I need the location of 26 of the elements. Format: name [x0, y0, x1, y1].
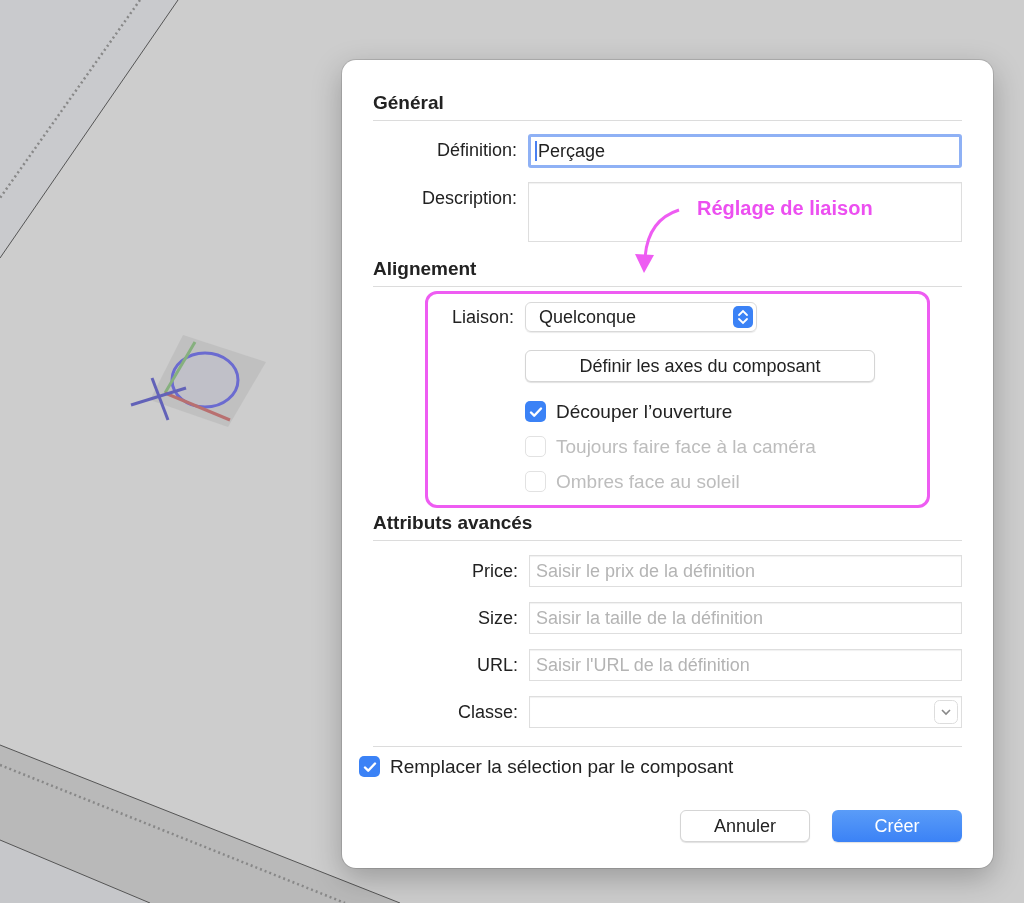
- binding-dropdown[interactable]: Quelconque: [525, 302, 757, 332]
- checkbox[interactable]: [525, 401, 546, 422]
- description-field[interactable]: [528, 182, 962, 242]
- define-axes-button[interactable]: Définir les axes du composant: [525, 350, 875, 382]
- checkmark-icon: [362, 759, 377, 774]
- cancel-button[interactable]: Annuler: [680, 810, 810, 842]
- field-label: Description:: [420, 187, 517, 210]
- chevron-down-icon: [934, 700, 958, 724]
- field-label: Liaison:: [450, 306, 514, 329]
- field-label: Price:: [471, 560, 518, 583]
- section-title: Général: [373, 92, 445, 114]
- field-label: Classe:: [456, 701, 518, 724]
- field-label: Size:: [476, 607, 518, 630]
- stepper-icon: [733, 306, 753, 328]
- field-label: URL:: [476, 654, 518, 677]
- name-field[interactable]: Perçage: [528, 134, 962, 168]
- section-title: Attributs avancés: [373, 512, 534, 534]
- checkmark-icon: [528, 404, 543, 419]
- section-title: Alignement: [373, 258, 478, 280]
- checkbox-label: Ombres face au soleil: [556, 470, 740, 493]
- checkbox[interactable]: [359, 756, 380, 777]
- field-label: Définition:: [435, 139, 517, 162]
- annotation-label: Réglage de liaison: [697, 197, 873, 220]
- checkbox-label: Remplacer la sélection par le composant: [390, 755, 734, 778]
- checkbox-label: Toujours faire face à la caméra: [556, 435, 816, 458]
- checkbox-label: Découper l’ouverture: [556, 400, 733, 423]
